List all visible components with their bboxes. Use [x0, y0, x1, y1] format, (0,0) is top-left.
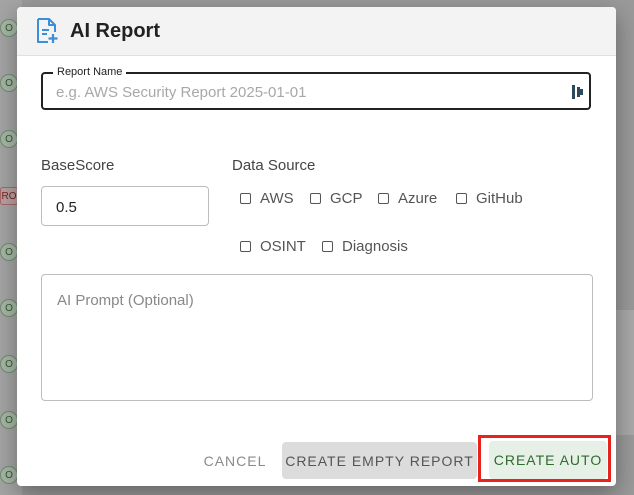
ai-report-dialog: AI Report Report Name BaseScore Data Sou…: [17, 7, 616, 486]
checkbox-box[interactable]: [456, 193, 467, 204]
checkbox-label: AWS: [260, 190, 294, 207]
report-name-field: Report Name: [41, 66, 591, 110]
status-badge: RO: [0, 187, 18, 205]
dialog-header: AI Report: [17, 7, 616, 56]
background-panel: [616, 310, 634, 435]
checkbox-aws[interactable]: AWS: [240, 190, 294, 207]
dialog-title: AI Report: [70, 20, 160, 42]
checkbox-box[interactable]: [240, 241, 251, 252]
status-badge: O: [0, 355, 18, 373]
status-badge: O: [0, 299, 18, 317]
create-empty-report-button[interactable]: CREATE EMPTY REPORT: [282, 442, 477, 479]
checkbox-box[interactable]: [310, 193, 321, 204]
checkbox-label: GitHub: [476, 190, 523, 207]
checkbox-label: GCP: [330, 190, 363, 207]
checkbox-label: OSINT: [260, 238, 306, 255]
checkbox-azure[interactable]: Azure: [378, 190, 437, 207]
checkbox-label: Diagnosis: [342, 238, 408, 255]
checkbox-box[interactable]: [322, 241, 333, 252]
ai-prompt-input[interactable]: [57, 292, 577, 387]
password-manager-icon[interactable]: [571, 84, 585, 100]
status-badge: O: [0, 466, 18, 484]
checkbox-gcp[interactable]: GCP: [310, 190, 363, 207]
document-add-icon: [37, 18, 58, 43]
checkbox-diagnosis[interactable]: Diagnosis: [322, 238, 408, 255]
status-badge: O: [0, 411, 18, 429]
report-name-input[interactable]: [56, 82, 556, 102]
data-source-label: Data Source: [232, 157, 316, 174]
checkbox-osint[interactable]: OSINT: [240, 238, 306, 255]
checkbox-label: Azure: [398, 190, 438, 207]
status-badge: O: [0, 19, 18, 37]
status-badge: O: [0, 74, 18, 92]
report-name-label: Report Name: [53, 66, 127, 79]
base-score-input[interactable]: [56, 197, 196, 217]
base-score-label: BaseScore: [41, 157, 115, 174]
status-badge: O: [0, 243, 18, 261]
base-score-field: [41, 186, 209, 226]
cancel-button[interactable]: CANCEL: [197, 443, 273, 479]
status-badge: O: [0, 130, 18, 148]
ai-prompt-field: [41, 274, 593, 401]
checkbox-github[interactable]: GitHub: [456, 190, 523, 207]
checkbox-box[interactable]: [240, 193, 251, 204]
checkbox-box[interactable]: [378, 193, 389, 204]
create-auto-button[interactable]: CREATE AUTO: [489, 441, 607, 479]
